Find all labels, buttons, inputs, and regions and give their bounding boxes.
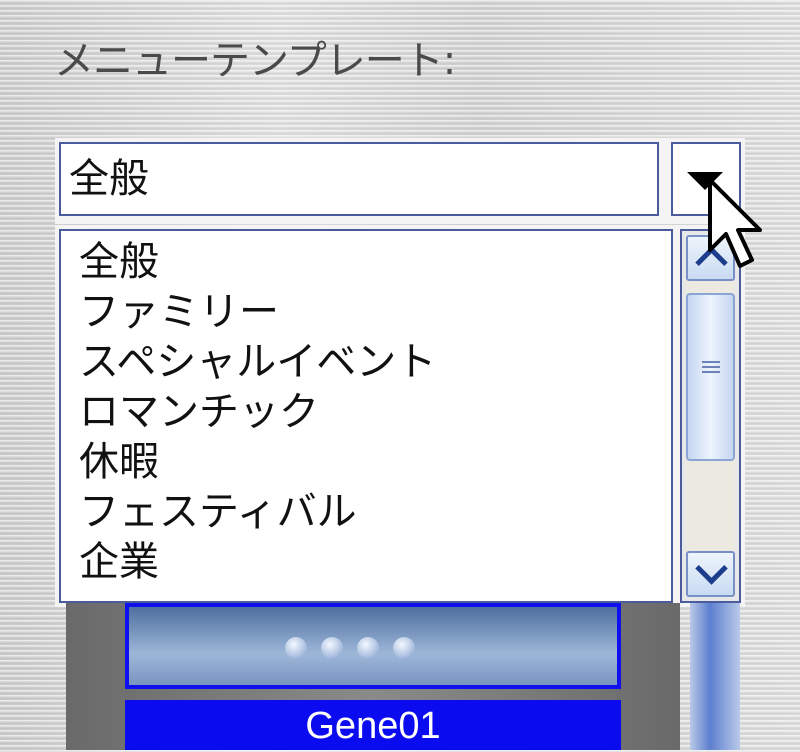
scroll-grip-icon	[702, 361, 720, 375]
preview-scroll-strip	[690, 603, 740, 750]
scroll-thumb[interactable]	[686, 293, 735, 461]
menu-template-label: メニューテンプレート:	[54, 38, 456, 84]
template-combo-input[interactable]: 全般	[59, 142, 659, 216]
chevron-down-icon	[695, 552, 728, 585]
thumbnail-buttons	[285, 637, 429, 663]
list-item-vacation[interactable]: 休暇	[61, 437, 671, 487]
template-caption[interactable]: Gene01	[125, 700, 621, 750]
thumbnail-dot	[357, 637, 379, 659]
thumbnail-dot	[321, 637, 343, 659]
chevron-up-icon	[695, 246, 728, 279]
list-item-corporate[interactable]: 企業	[61, 537, 671, 587]
template-dropdown-list[interactable]: 全般 ファミリー スペシャルイベント ロマンチック 休暇 フェスティバル 企業	[59, 229, 673, 603]
dropdown-toggle-button[interactable]	[671, 142, 741, 216]
thumbnail-dot	[285, 637, 307, 659]
list-item-general[interactable]: 全般	[61, 237, 671, 287]
thumbnail-dot	[393, 637, 415, 659]
list-item-family[interactable]: ファミリー	[61, 287, 671, 337]
template-thumbnail[interactable]	[125, 603, 621, 689]
dropdown-arrow-icon	[687, 172, 723, 190]
list-item-festival[interactable]: フェスティバル	[61, 487, 671, 537]
list-item-romantic[interactable]: ロマンチック	[61, 387, 671, 437]
scroll-down-button[interactable]	[686, 551, 735, 597]
scroll-up-button[interactable]	[686, 235, 735, 281]
dropdown-scrollbar[interactable]	[680, 229, 741, 603]
list-item-special-event[interactable]: スペシャルイベント	[61, 337, 671, 387]
